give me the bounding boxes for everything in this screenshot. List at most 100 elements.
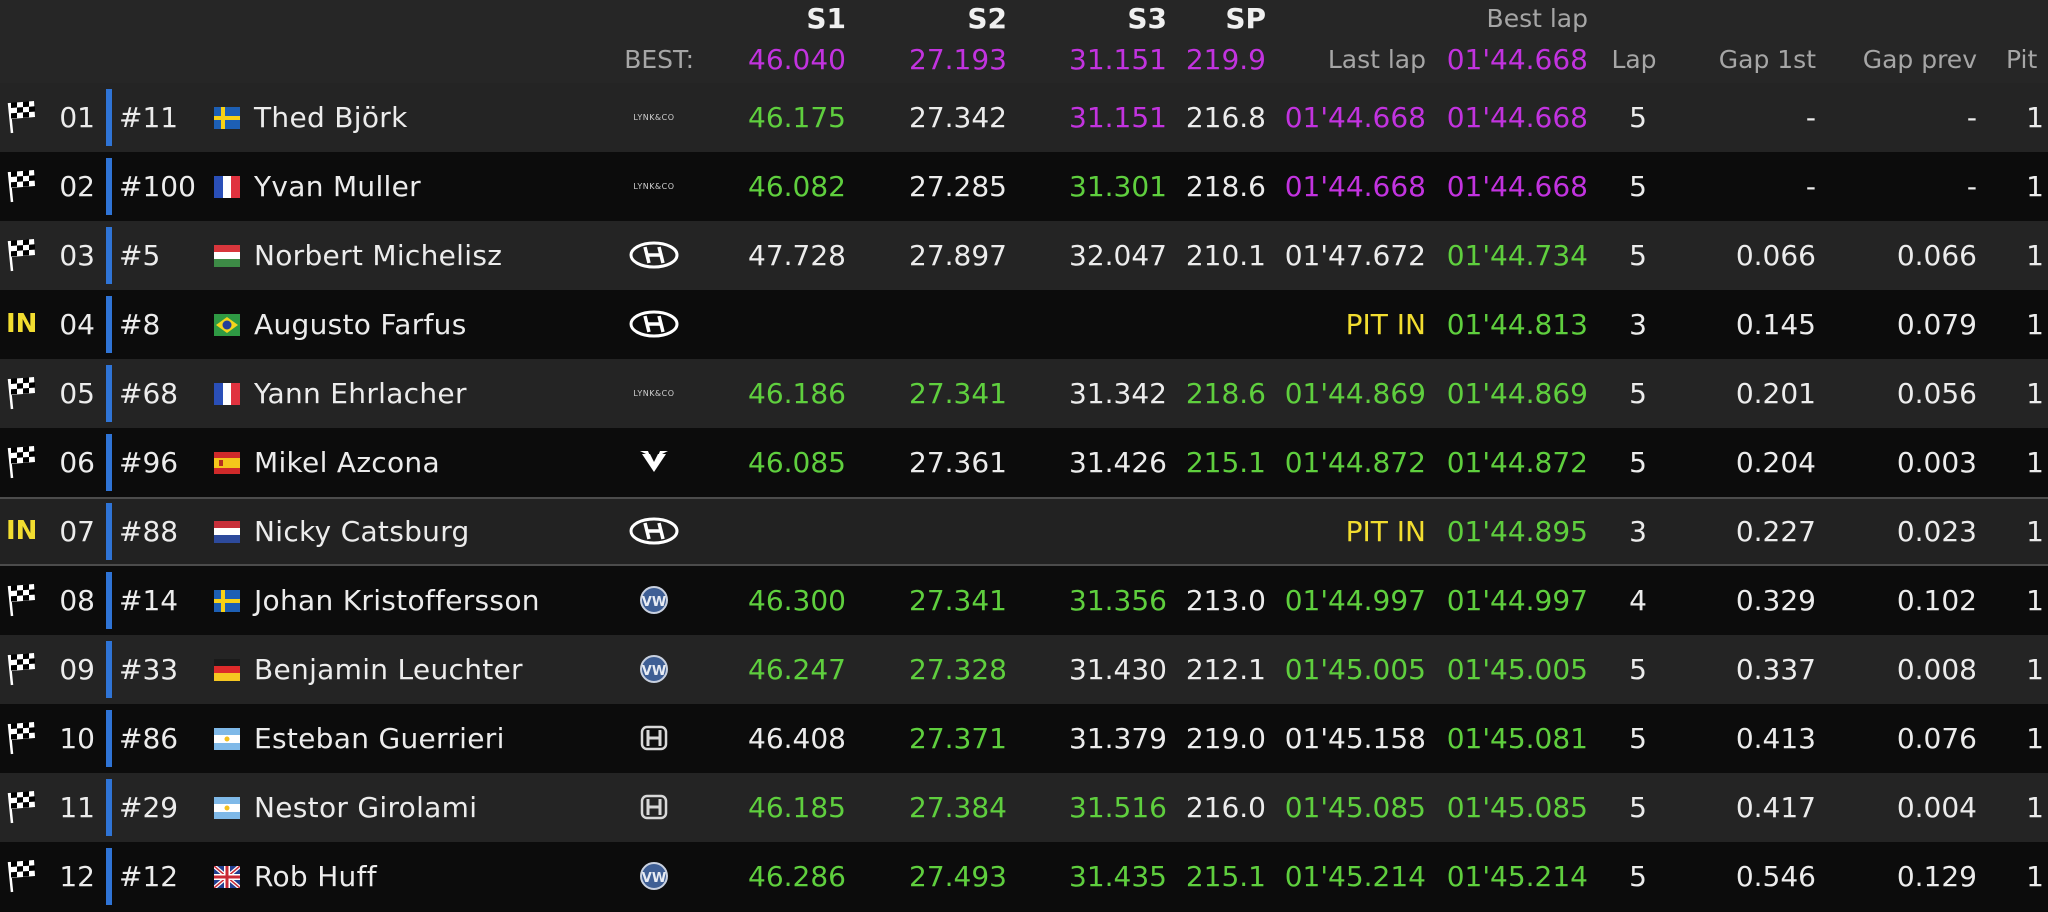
header-s2: S2 [967, 2, 1007, 35]
table-row[interactable]: 08 #14 Johan Kristoffersson VW 46.300 27.341 3… [0, 566, 2048, 635]
svg-text:VW: VW [642, 595, 666, 610]
gap-prev: 0.008 [1896, 653, 1977, 686]
position: 05 [59, 377, 95, 410]
table-row[interactable]: 01 #11 Thed Björk LYNK&CO 46.175 27.342 31.151… [0, 83, 2048, 152]
header-best-lap-label: Best lap [1486, 4, 1588, 33]
header-last-lap: Last lap [1327, 45, 1426, 74]
position: 03 [59, 239, 95, 272]
header-gap-prev: Gap prev [1862, 45, 1977, 74]
table-row[interactable]: 10 #86 Esteban Guerrieri 46.408 27.371 31.379… [0, 704, 2048, 773]
gap-prev: 0.003 [1896, 446, 1977, 479]
driver-name: Norbert Michelisz [254, 239, 503, 272]
best-lap-time: 01'44.869 [1446, 377, 1588, 410]
table-row[interactable]: 09 #33 Benjamin Leuchter VW 46.247 27.328 31.4… [0, 635, 2048, 704]
sector1-time: 46.085 [748, 446, 846, 479]
gap-first: 0.337 [1735, 653, 1816, 686]
honda-logo-icon [640, 725, 668, 751]
country-flag-icon [214, 797, 240, 819]
last-lap-time: 01'45.214 [1284, 860, 1426, 893]
speed: 219.0 [1185, 722, 1266, 755]
best-lap-overall: 01'44.668 [1446, 43, 1588, 76]
header-gap-first: Gap 1st [1718, 45, 1816, 74]
speed: 218.6 [1185, 170, 1266, 203]
checkered-flag-icon [7, 446, 35, 479]
position: 12 [59, 860, 95, 893]
checkered-flag-icon [7, 377, 35, 410]
lap-count: 3 [1629, 515, 1647, 548]
table-row[interactable]: 03 #5 Norbert Michelisz 47.728 27.897 32.047 2… [0, 221, 2048, 290]
gap-first: 0.145 [1735, 308, 1816, 341]
vw-logo-icon: VW [640, 655, 668, 683]
sector1-time: 47.728 [748, 239, 846, 272]
country-flag-icon [214, 866, 240, 888]
car-number: #96 [119, 446, 179, 479]
team-color-bar [106, 434, 112, 491]
team-color-bar [106, 503, 112, 560]
table-row[interactable]: 11 #29 Nestor Girolami 46.185 27.384 31.516 21… [0, 773, 2048, 842]
last-lap-time: 01'44.668 [1284, 170, 1426, 203]
pit-in-status: IN [6, 309, 38, 339]
driver-name: Benjamin Leuchter [254, 653, 523, 686]
lap-count: 5 [1629, 377, 1647, 410]
sector2-time: 27.341 [909, 377, 1007, 410]
table-row[interactable]: 02 #100 Yvan Muller LYNK&CO 46.082 27.285 31.3… [0, 152, 2048, 221]
lap-count: 3 [1629, 308, 1647, 341]
speed: 210.1 [1185, 239, 1266, 272]
driver-name: Esteban Guerrieri [254, 722, 505, 755]
pit-count: 1 [2026, 584, 2044, 617]
position: 01 [59, 101, 95, 134]
best-sp: 219.9 [1185, 43, 1266, 76]
driver-name: Nestor Girolami [254, 791, 478, 824]
checkered-flag-icon [7, 101, 35, 134]
pit-count: 1 [2026, 515, 2044, 548]
pit-count: 1 [2026, 101, 2044, 134]
checkered-flag-icon [7, 860, 35, 893]
sector2-time: 27.897 [909, 239, 1007, 272]
position: 06 [59, 446, 95, 479]
lap-count: 5 [1629, 101, 1647, 134]
team-color-bar [106, 779, 112, 836]
sector1-time: 46.186 [748, 377, 846, 410]
gap-prev: 0.056 [1896, 377, 1977, 410]
header-s1: S1 [806, 2, 846, 35]
last-lap-time: PIT IN [1345, 515, 1426, 548]
last-lap-time: 01'45.085 [1284, 791, 1426, 824]
svg-text:LYNK&CO: LYNK&CO [633, 113, 674, 122]
honda-logo-icon [640, 794, 668, 820]
country-flag-icon [214, 659, 240, 681]
driver-name: Nicky Catsburg [254, 515, 470, 548]
car-number: #86 [119, 722, 179, 755]
car-number: #68 [119, 377, 179, 410]
pit-in-status: IN [6, 516, 38, 546]
car-number: #5 [119, 239, 161, 272]
checkered-flag-icon [7, 239, 35, 272]
table-row[interactable]: 12 #12 Rob Huff VW 46.286 27.493 31.435 215.1 01… [0, 842, 2048, 911]
driver-name: Johan Kristoffersson [254, 584, 540, 617]
checkered-flag-icon [7, 584, 35, 617]
gap-prev: 0.023 [1896, 515, 1977, 548]
table-row[interactable]: 05 #68 Yann Ehrlacher LYNK&CO 46.186 27.341 31… [0, 359, 2048, 428]
hyundai-logo-icon [629, 310, 679, 338]
gap-first: 0.417 [1735, 791, 1816, 824]
country-flag-icon [214, 176, 240, 198]
table-row[interactable]: IN 07 #88 Nicky Catsburg PIT IN 01'44.895 3 0.2… [0, 497, 2048, 566]
car-number: #33 [119, 653, 179, 686]
position: 07 [59, 515, 95, 548]
lynkco-logo-icon: LYNK&CO [633, 113, 674, 122]
car-number: #12 [119, 860, 179, 893]
best-s2: 27.193 [909, 43, 1007, 76]
table-row[interactable]: IN 04 #8 Augusto Farfus PIT IN 01'44.813 3 0.14… [0, 290, 2048, 359]
best-lap-time: 01'44.813 [1446, 308, 1588, 341]
country-flag-icon [214, 107, 240, 129]
sector3-time: 31.356 [1069, 584, 1167, 617]
sector3-time: 31.301 [1069, 170, 1167, 203]
checkered-flag-icon [7, 653, 35, 686]
cupra-logo-icon [640, 451, 668, 472]
table-row[interactable]: 06 #96 Mikel Azcona 46.085 27.361 31.426 215.1… [0, 428, 2048, 497]
speed: 216.8 [1185, 101, 1266, 134]
pit-count: 1 [2026, 791, 2044, 824]
best-s1: 46.040 [748, 43, 846, 76]
sector1-time: 46.286 [748, 860, 846, 893]
team-color-bar [106, 848, 112, 905]
team-color-bar [106, 227, 112, 284]
